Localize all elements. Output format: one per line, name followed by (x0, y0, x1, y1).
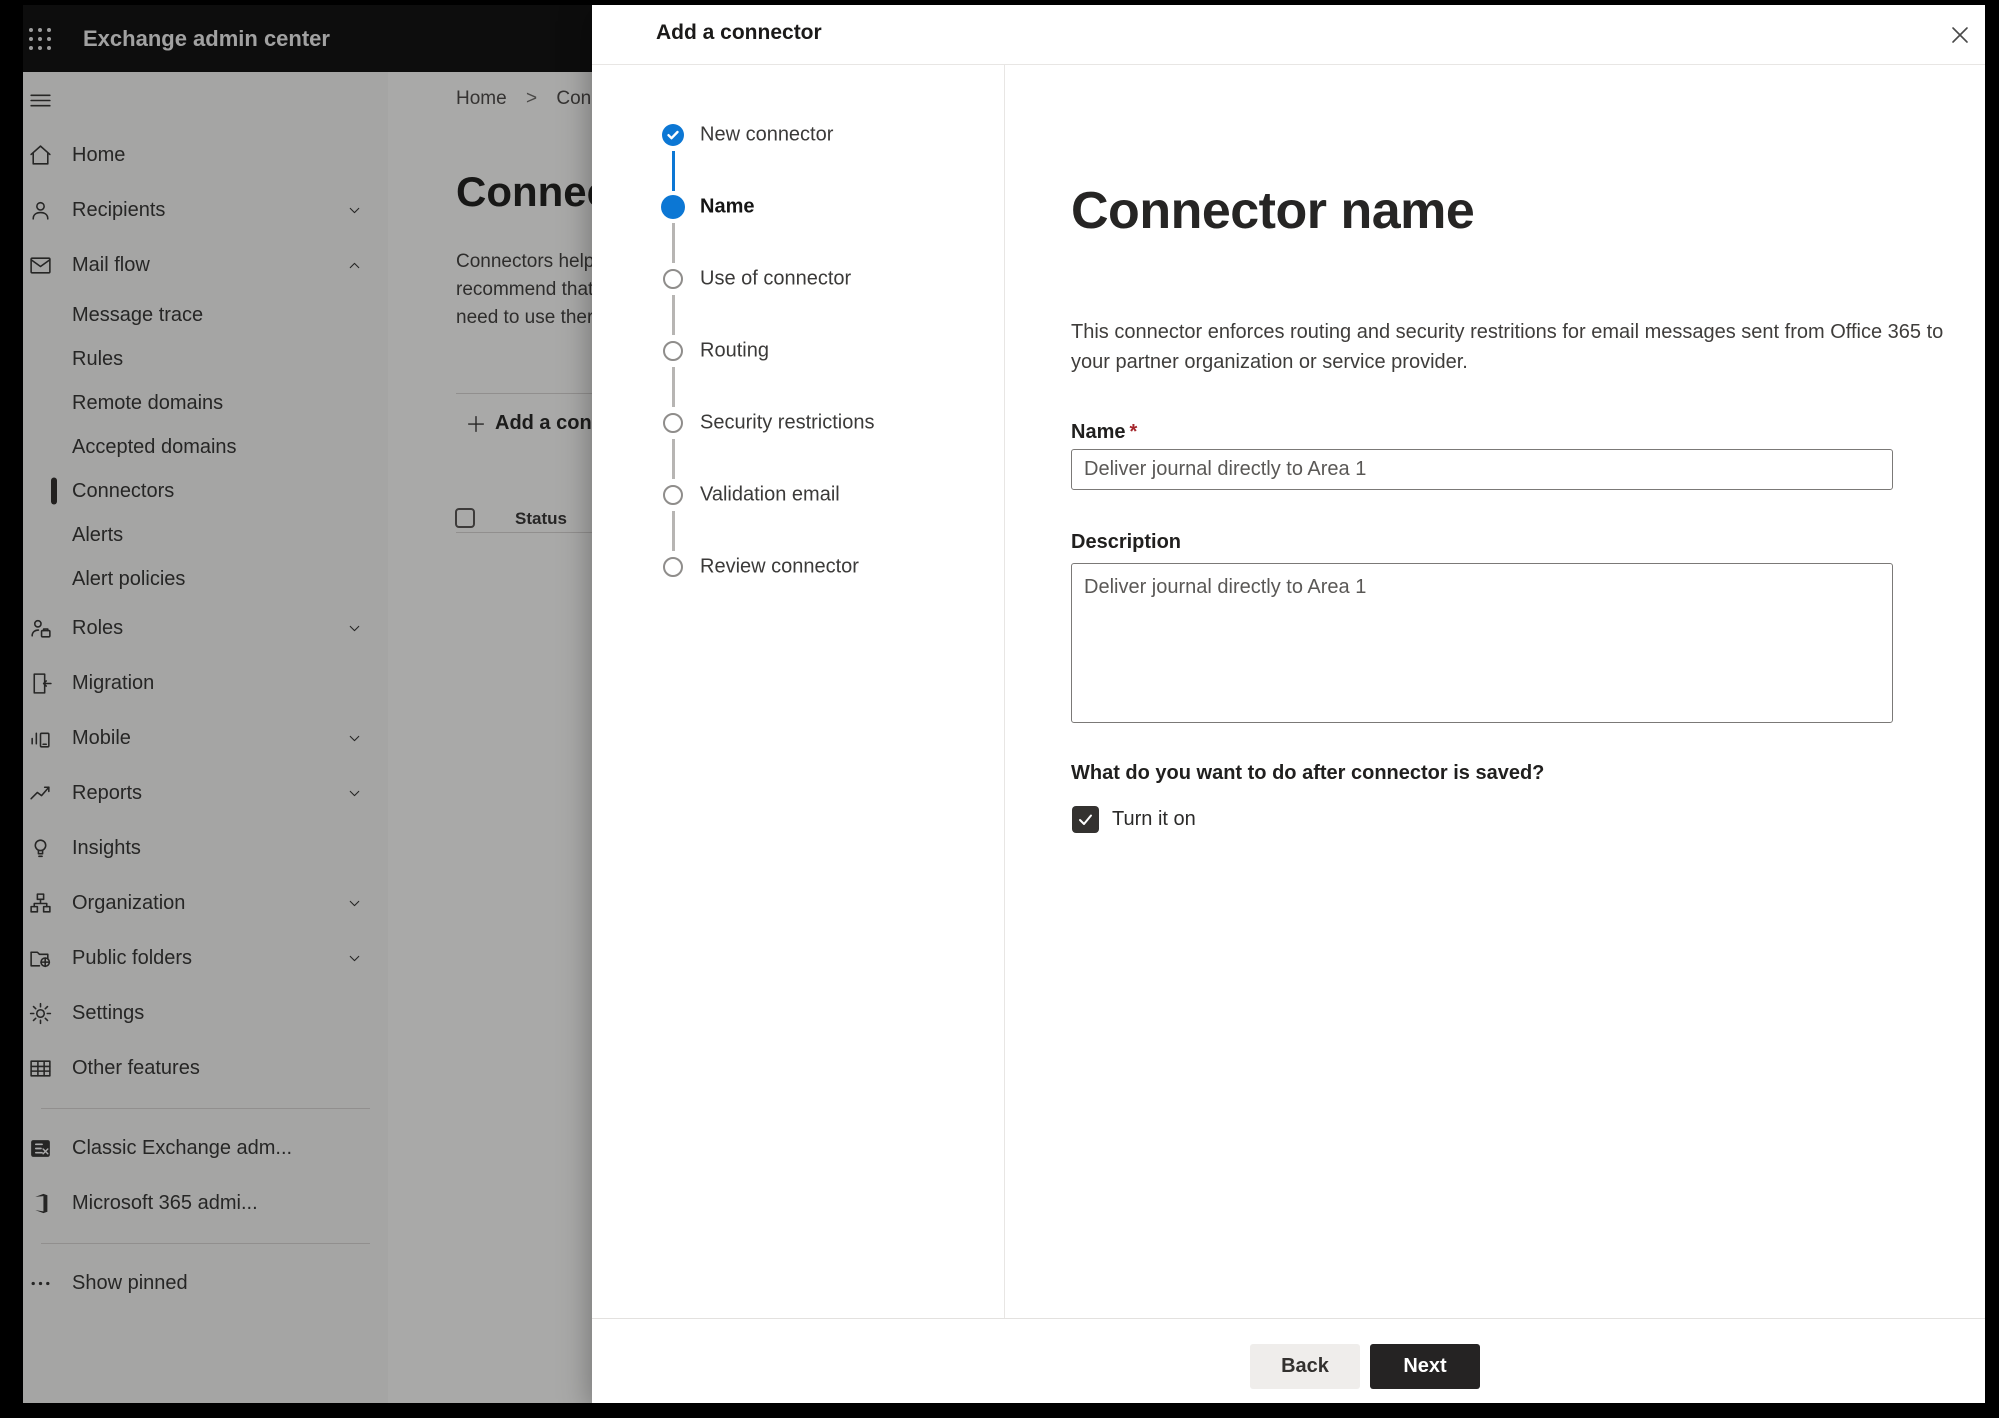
turn-it-on-checkbox[interactable] (1072, 806, 1099, 833)
add-connector-dialog: Add a connector New connector Name Use o… (592, 5, 1985, 1403)
step-connector-line (672, 295, 675, 335)
dialog-footer: Back Next (592, 1318, 1985, 1403)
step-upcoming-icon (663, 413, 683, 433)
next-button[interactable]: Next (1370, 1344, 1480, 1389)
connector-name-input[interactable] (1071, 449, 1893, 490)
step-heading: Connector name (1071, 182, 1475, 240)
name-field-label: Name * (1071, 421, 1138, 443)
step-connector-line (672, 151, 675, 191)
checkmark-icon (1079, 814, 1092, 825)
step-upcoming-icon (663, 341, 683, 361)
required-asterisk: * (1129, 421, 1138, 443)
step-upcoming-icon (663, 557, 683, 577)
step-upcoming-icon (663, 269, 683, 289)
connector-description-textarea[interactable]: Deliver journal directly to Area 1 (1071, 563, 1893, 723)
exchange-admin-window: Exchange admin center Home Recipients Ma… (23, 5, 1985, 1403)
step-connector-line (672, 511, 675, 551)
step-connector-line (672, 439, 675, 479)
step-description: This connector enforces routing and secu… (1071, 321, 1944, 373)
wizard-steps-panel: New connector Name Use of connector Rout… (592, 65, 1005, 1318)
close-icon[interactable] (1948, 23, 1972, 47)
turn-it-on-label: Turn it on (1112, 808, 1196, 830)
step-current-icon (661, 195, 685, 219)
dialog-header: Add a connector (592, 5, 1985, 65)
description-field-label: Description (1071, 531, 1182, 553)
after-save-question: What do you want to do after connector i… (1071, 762, 1545, 784)
step-upcoming-icon (663, 485, 683, 505)
back-button[interactable]: Back (1250, 1344, 1360, 1389)
step-connector-line (672, 223, 675, 263)
step-completed-icon (662, 124, 684, 146)
dialog-title: Add a connector (656, 21, 822, 44)
step-connector-line (672, 367, 675, 407)
